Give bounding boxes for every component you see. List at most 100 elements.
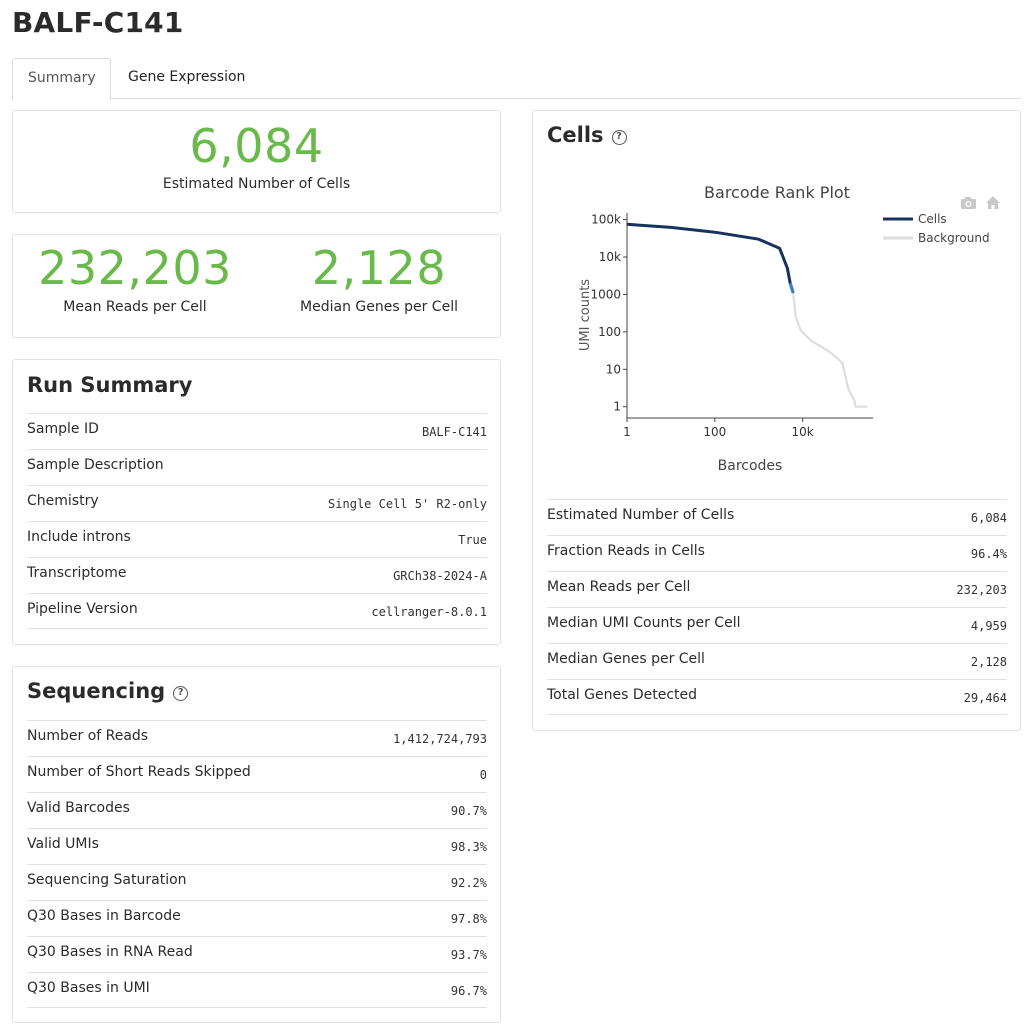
metric-row: Q30 Bases in RNA Read 93.7%	[27, 936, 487, 972]
metric-label: Valid Barcodes	[27, 800, 130, 816]
y-tick-label: 100k	[591, 213, 621, 227]
median-genes-block: 2,128 Median Genes per Cell	[257, 235, 501, 337]
metric-label: Total Genes Detected	[547, 687, 698, 703]
sequencing-title: Sequencing	[27, 679, 166, 703]
cells-metrics-table: Estimated Number of Cells 6,084 Fraction R…	[547, 499, 1007, 715]
metric-row: Sequencing Saturation 92.2%	[27, 864, 487, 900]
legend-label[interactable]: Background	[918, 231, 990, 245]
metric-row: Transcriptome GRCh38-2024-A	[27, 557, 487, 593]
metric-label: Median UMI Counts per Cell	[547, 615, 741, 631]
metric-row: Valid Barcodes 90.7%	[27, 792, 487, 828]
metric-value: 98.3%	[450, 840, 487, 854]
metric-label: Sample ID	[27, 421, 99, 437]
estimated-cells-label: Estimated Number of Cells	[162, 176, 351, 192]
metric-label: Q30 Bases in UMI	[27, 980, 150, 996]
metric-row: Estimated Number of Cells 6,084	[547, 499, 1007, 535]
metric-value: True	[458, 533, 487, 547]
metric-label: Pipeline Version	[27, 601, 138, 617]
metric-label: Sequencing Saturation	[27, 872, 187, 888]
metric-label: Fraction Reads in Cells	[547, 543, 705, 559]
legend-label[interactable]: Cells	[918, 212, 947, 226]
metric-row: Sample Description	[27, 449, 487, 485]
metric-value: 1,412,724,793	[393, 732, 487, 746]
metric-value: 4,959	[970, 619, 1007, 633]
metric-row: Valid UMIs 98.3%	[27, 828, 487, 864]
metric-label: Chemistry	[27, 493, 99, 509]
metric-row: Number of Reads 1,412,724,793	[27, 720, 487, 756]
metric-label: Include introns	[27, 529, 131, 545]
metric-label: Transcriptome	[27, 565, 127, 581]
metric-value: 6,084	[970, 511, 1007, 525]
cells-title-row: Cells?	[547, 123, 627, 147]
run-summary-title: Run Summary	[27, 373, 193, 397]
metric-row: Median Genes per Cell 2,128	[547, 643, 1007, 679]
metric-row: Q30 Bases in UMI 96.7%	[27, 972, 487, 1008]
metric-value: 96.7%	[450, 984, 487, 998]
metric-row: Total Genes Detected 29,464	[547, 679, 1007, 715]
plot-ylabel: UMI counts	[578, 279, 593, 351]
metric-value: 92.2%	[450, 876, 487, 890]
metric-value: 96.4%	[970, 547, 1007, 561]
x-tick-label: 100	[703, 425, 726, 439]
median-genes-value: 2,128	[311, 241, 447, 295]
metric-row: Number of Short Reads Skipped 0	[27, 756, 487, 792]
sequencing-card: Sequencing? Number of Reads 1,412,724,793…	[12, 666, 501, 1023]
y-tick-label: 10k	[599, 250, 621, 264]
metric-value: Single Cell 5' R2-only	[328, 497, 487, 511]
background-series-line	[792, 292, 868, 408]
tab-bar: Summary Gene Expression	[12, 58, 1021, 100]
y-tick-label: 1	[613, 400, 621, 414]
metric-label: Median Genes per Cell	[547, 651, 705, 667]
metric-value: 0	[479, 768, 487, 782]
metric-value: cellranger-8.0.1	[371, 605, 487, 619]
plot-xlabel: Barcodes	[718, 458, 783, 474]
estimated-cells-value: 6,084	[189, 119, 324, 173]
cells-series-line	[626, 222, 795, 294]
metric-label: Valid UMIs	[27, 836, 99, 852]
metric-row: Fraction Reads in Cells 96.4%	[547, 535, 1007, 571]
metric-label: Mean Reads per Cell	[547, 579, 691, 595]
barcode-rank-plot[interactable]: Barcode Rank Plot 1 100 10k 1 10 100 1000 10k 1…	[543, 173, 1013, 493]
metric-label: Estimated Number of Cells	[547, 507, 735, 523]
camera-icon[interactable]	[961, 197, 976, 209]
metric-label: Sample Description	[27, 457, 164, 473]
x-tick-label: 10k	[792, 425, 814, 439]
mean-reads-block: 232,203 Mean Reads per Cell	[13, 235, 257, 337]
median-genes-label: Median Genes per Cell	[300, 299, 458, 315]
y-tick-label: 1000	[590, 287, 621, 301]
metric-label: Number of Reads	[27, 728, 149, 744]
tab-gene-expression[interactable]: Gene Expression	[113, 58, 260, 99]
metric-label: Q30 Bases in RNA Read	[27, 944, 193, 960]
question-circle-icon[interactable]: ?	[611, 129, 627, 145]
metric-row: Mean Reads per Cell 232,203	[547, 571, 1007, 607]
y-tick-label: 10	[606, 362, 621, 376]
metric-row: Chemistry Single Cell 5' R2-only	[27, 485, 487, 521]
metric-value: 97.8%	[450, 912, 487, 926]
metric-row: Sample ID BALF-C141	[27, 413, 487, 449]
metric-row: Include introns True	[27, 521, 487, 557]
metric-value: 232,203	[956, 583, 1007, 597]
metric-value: 90.7%	[450, 804, 487, 818]
metric-label: Q30 Bases in Barcode	[27, 908, 181, 924]
home-icon[interactable]	[986, 196, 1000, 209]
estimated-cells-card: 6,084 Estimated Number of Cells	[12, 110, 501, 213]
metric-value: 93.7%	[450, 948, 487, 962]
tab-summary[interactable]: Summary	[12, 58, 111, 100]
metric-value: GRCh38-2024-A	[393, 569, 487, 583]
sequencing-table: Number of Reads 1,412,724,793 Number of Sh…	[27, 720, 487, 1008]
reads-genes-card: 232,203 Mean Reads per Cell 2,128 Median…	[12, 234, 501, 338]
plot-title: Barcode Rank Plot	[704, 183, 850, 202]
mean-reads-value: 232,203	[38, 241, 232, 295]
x-tick-label: 1	[623, 425, 631, 439]
mean-reads-label: Mean Reads per Cell	[63, 299, 207, 315]
y-tick-label: 100	[598, 325, 621, 339]
metric-row: Q30 Bases in Barcode 97.8%	[27, 900, 487, 936]
question-circle-icon[interactable]: ?	[173, 685, 189, 701]
cells-card: Cells? Barcode Rank Plot 1 100 10k 1 10 100 1…	[532, 110, 1021, 731]
cell-transition-segment	[788, 282, 795, 294]
metric-value: BALF-C141	[421, 425, 487, 439]
run-summary-card: Run Summary Sample ID BALF-C141 Sample Des…	[12, 359, 501, 645]
metric-value: 29,464	[963, 691, 1007, 705]
metric-label: Number of Short Reads Skipped	[27, 764, 251, 780]
metric-row: Pipeline Version cellranger-8.0.1	[27, 593, 487, 629]
